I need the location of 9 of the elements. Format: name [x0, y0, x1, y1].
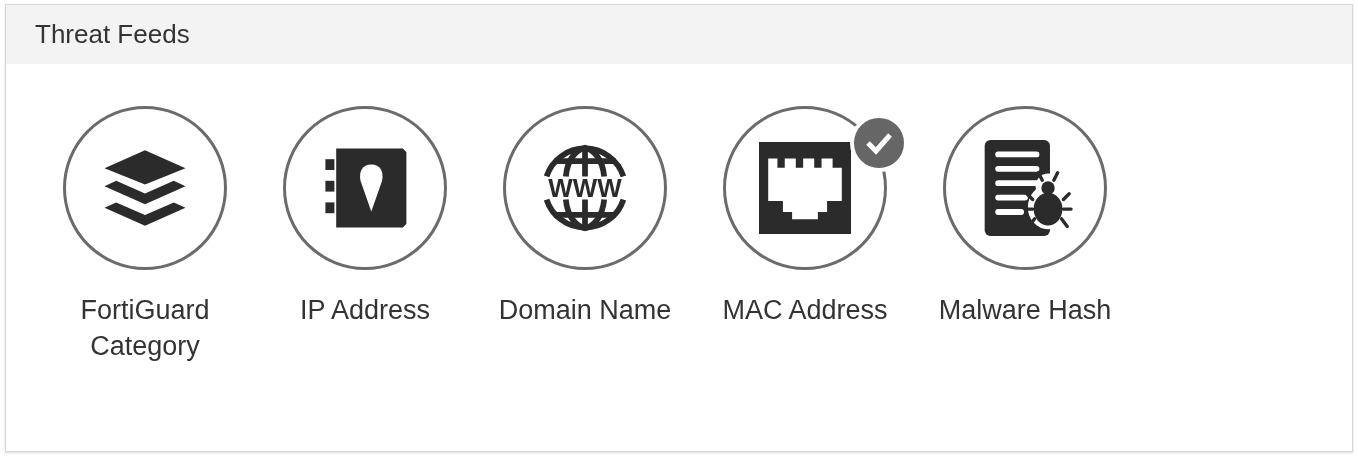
feed-type-label: FortiGuard Category [79, 294, 211, 363]
panel-title: Threat Feeds [35, 19, 190, 50]
network-port-icon [759, 142, 851, 234]
feed-type-label: IP Address [298, 294, 432, 327]
feed-type-option[interactable]: WWW [503, 106, 667, 270]
feed-type-label: MAC Address [721, 294, 889, 327]
feed-type-label: Domain Name [497, 294, 673, 327]
feed-type-label: Malware Hash [937, 294, 1113, 327]
www-text: WWW [548, 173, 622, 202]
